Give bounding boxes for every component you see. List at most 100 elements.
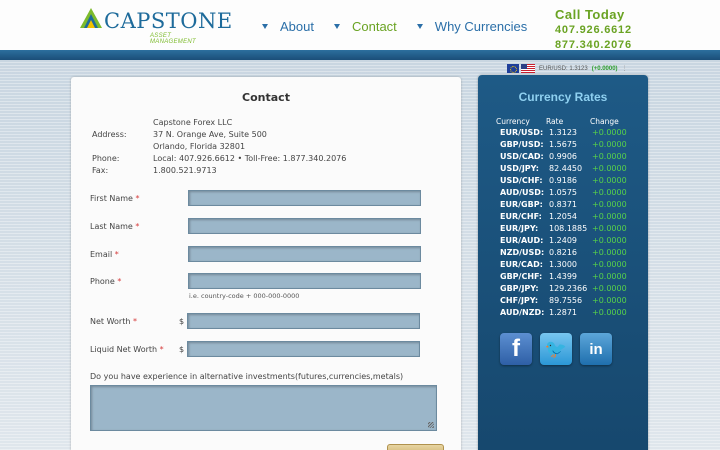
nav-about-label: About	[280, 18, 314, 34]
rate-pair: USD/JPY:	[500, 164, 539, 173]
rate-value: 1.2871	[549, 308, 577, 317]
linkedin-icon: in	[589, 340, 603, 358]
rate-pair: CHF/JPY:	[500, 296, 539, 305]
currency-rates-panel: Currency Rates Currency Rate Change EUR/…	[478, 75, 648, 450]
email-label: Email *	[90, 250, 119, 259]
twitter-icon: 🐦	[544, 338, 568, 359]
chevron-down-icon	[333, 23, 340, 29]
phone-label-text: Phone	[90, 277, 115, 286]
rate-value: 1.0575	[549, 188, 577, 197]
required-mark: *	[132, 317, 137, 326]
rate-pair: GBP/JPY:	[500, 284, 539, 293]
net-worth-field[interactable]	[187, 313, 420, 329]
required-mark: *	[114, 250, 119, 259]
nav-about[interactable]: About	[262, 18, 314, 34]
rate-change: +0.0000	[592, 284, 627, 293]
phone-hint: i.e. country-code + 000-000-0000	[189, 292, 300, 300]
rate-pair: USD/CHF:	[500, 176, 543, 185]
dollar-sign: $	[179, 317, 185, 326]
rate-value: 108.1885	[549, 224, 588, 233]
call-today-title: Call Today	[555, 7, 625, 22]
call-today-block: Call Today 407.926.6612 877.340.2076	[555, 7, 632, 52]
rate-row: EUR/AUD: 1.2409 +0.0000	[478, 236, 648, 248]
nav-contact-label: Contact	[351, 18, 397, 34]
last-name-label: Last Name *	[90, 222, 139, 231]
rate-row: USD/CHF: 0.9186 +0.0000	[478, 176, 648, 188]
rate-pair: EUR/CAD:	[500, 260, 543, 269]
nav-why-currencies[interactable]: Why Currencies	[416, 18, 527, 34]
rate-row: NZD/USD: 0.8216 +0.0000	[478, 248, 648, 260]
rates-header-currency: Currency	[496, 117, 530, 126]
first-name-label-text: First Name	[90, 194, 133, 203]
rate-row: EUR/CHF: 1.2054 +0.0000	[478, 212, 648, 224]
rate-value: 1.5675	[549, 140, 577, 149]
rate-pair: EUR/CHF:	[500, 212, 542, 221]
rate-row: USD/CAD: 0.9906 +0.0000	[478, 152, 648, 164]
rate-row: CHF/JPY: 89.7556 +0.0000	[478, 296, 648, 308]
phone-value: Local: 407.926.6612 • Toll-Free: 1.877.3…	[153, 154, 347, 163]
eu-flag-icon	[507, 64, 519, 73]
rate-pair: GBP/USD:	[500, 140, 544, 149]
rate-value: 0.9906	[549, 152, 577, 161]
dollar-sign: $	[179, 345, 185, 354]
rate-pair: NZD/USD:	[500, 248, 545, 257]
address-line2: Orlando, Florida 32801	[153, 142, 246, 151]
rate-pair: GBP/CHF:	[500, 272, 543, 281]
contact-panel: Contact Capstone Forex LLC Address: 37 N…	[71, 77, 461, 450]
rate-value: 129.2366	[549, 284, 588, 293]
rate-change: +0.0000	[592, 188, 627, 197]
rate-pair: EUR/USD:	[500, 128, 544, 137]
ticker-menu-icon[interactable]: ⋮	[622, 65, 628, 72]
logo-triangle-icon	[80, 8, 102, 28]
resize-handle-icon[interactable]	[428, 422, 434, 428]
last-name-field[interactable]	[188, 218, 421, 234]
rate-row: EUR/GBP: 0.8371 +0.0000	[478, 200, 648, 212]
liquid-net-worth-field[interactable]	[187, 341, 420, 357]
site-header: CAPSTONE ASSET MANAGEMENT About Contact …	[0, 0, 720, 52]
liquid-net-worth-label: Liquid Net Worth *	[90, 345, 164, 354]
email-field[interactable]	[188, 246, 421, 262]
twitter-button[interactable]: 🐦	[540, 333, 572, 365]
rate-change: +0.0000	[592, 128, 627, 137]
phone-field-label: Phone *	[90, 277, 121, 286]
required-mark: *	[135, 222, 140, 231]
liquid-net-worth-label-text: Liquid Net Worth	[90, 345, 158, 354]
rate-value: 89.7556	[549, 296, 583, 305]
rate-value: 0.9186	[549, 176, 577, 185]
rate-row: AUD/USD: 1.0575 +0.0000	[478, 188, 648, 200]
last-name-label-text: Last Name	[90, 222, 133, 231]
phone-field[interactable]	[188, 273, 421, 289]
rate-pair: EUR/GBP:	[500, 200, 543, 209]
rate-change: +0.0000	[592, 164, 627, 173]
rate-row: EUR/CAD: 1.3000 +0.0000	[478, 260, 648, 272]
chevron-down-icon	[262, 23, 268, 29]
facebook-button[interactable]: f	[500, 333, 532, 365]
rate-pair: EUR/AUD:	[500, 236, 544, 245]
page-title: Contact	[242, 91, 290, 104]
fax-label: Fax:	[92, 166, 109, 175]
first-name-label: First Name *	[90, 194, 140, 203]
address-line1: 37 N. Orange Ave, Suite 500	[153, 130, 267, 139]
capstone-logo[interactable]: CAPSTONE ASSET MANAGEMENT	[80, 6, 232, 45]
rate-row: EUR/JPY: 108.1885 +0.0000	[478, 224, 648, 236]
ticker-change: (+0.0000)	[591, 65, 618, 72]
rate-change: +0.0000	[592, 296, 627, 305]
rate-value: 1.3123	[549, 128, 577, 137]
rate-change: +0.0000	[592, 200, 627, 209]
rate-change: +0.0000	[592, 308, 627, 317]
rate-pair: AUD/NZD:	[500, 308, 545, 317]
experience-question: Do you have experience in alternative in…	[90, 372, 404, 381]
rate-ticker: EUR/USD: 1.3123 (+0.0000) ⋮	[507, 63, 628, 74]
nav-contact[interactable]: Contact	[333, 18, 397, 34]
submit-button[interactable]	[387, 444, 444, 450]
linkedin-button[interactable]: in	[580, 333, 612, 365]
rate-value: 0.8371	[549, 200, 577, 209]
header-band	[0, 50, 720, 60]
us-flag-icon	[521, 64, 535, 73]
rate-row: EUR/USD: 1.3123 +0.0000	[478, 128, 648, 140]
first-name-field[interactable]	[188, 190, 421, 206]
rate-change: +0.0000	[592, 140, 627, 149]
experience-textarea[interactable]	[90, 385, 437, 431]
email-label-text: Email	[90, 250, 113, 259]
brand-name: CAPSTONE	[104, 9, 233, 33]
